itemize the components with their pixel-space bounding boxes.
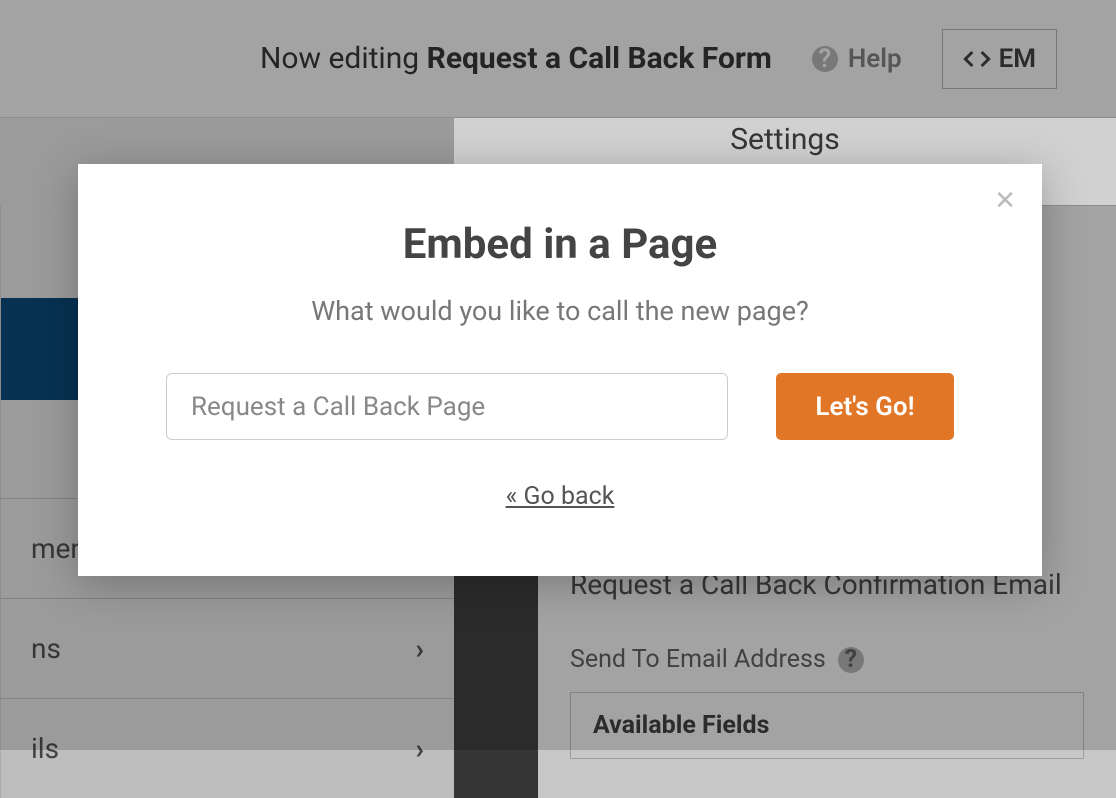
modal-title: Embed in a Page — [403, 220, 717, 269]
lets-go-button[interactable]: Let's Go! — [776, 373, 954, 440]
embed-modal: ✕ Embed in a Page What would you like to… — [78, 164, 1042, 576]
close-icon[interactable]: ✕ — [994, 186, 1016, 216]
modal-subtitle: What would you like to call the new page… — [311, 295, 809, 327]
page-name-input[interactable] — [166, 373, 728, 440]
go-back-link[interactable]: « Go back — [506, 482, 615, 511]
